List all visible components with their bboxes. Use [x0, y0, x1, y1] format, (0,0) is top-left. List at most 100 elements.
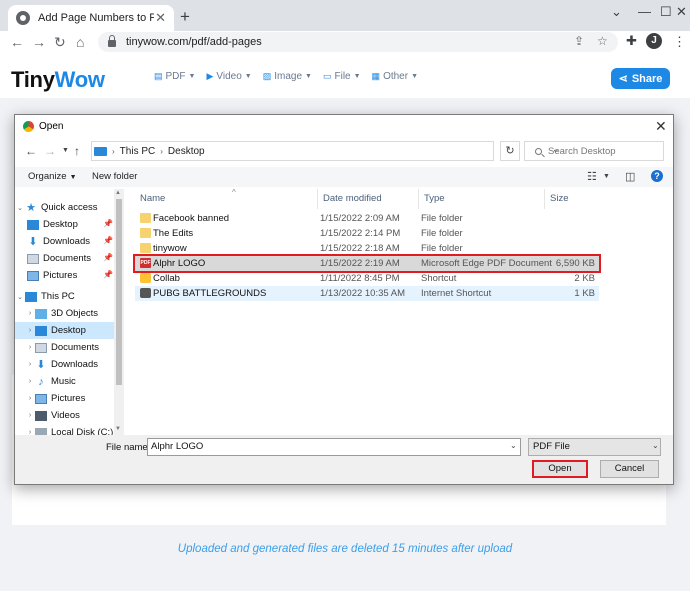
reload-icon[interactable]: ↻	[54, 34, 66, 51]
file-row[interactable]: Facebook banned 1/15/2022 2:09 AM File f…	[135, 211, 599, 226]
view-options-icon[interactable]: ☷	[587, 170, 597, 183]
nav-item-image[interactable]: ▨ Image ▼	[263, 71, 312, 82]
back-icon[interactable]: ←	[10, 34, 24, 50]
chevron-down-icon[interactable]: ⌄	[510, 441, 517, 450]
tree-item-local-disk[interactable]: › Local Disk (C:)	[15, 424, 115, 435]
search-desktop-input[interactable]: Search Desktop	[524, 141, 664, 161]
up-folder-icon[interactable]: ↑	[74, 144, 80, 158]
file-size: 1 KB	[574, 288, 595, 299]
tree-item-downloads[interactable]: › ⬇ Downloads	[15, 356, 115, 373]
chevron-right-icon[interactable]: ›	[25, 412, 35, 419]
browser-tab[interactable]: Add Page Numbers to PDF Free ✕	[8, 5, 174, 31]
browser-toolbar: ← → ↻ ⌂ tinywow.com/pdf/add-pages ⇪ ☆	[0, 31, 690, 53]
tree-item-documents[interactable]: › Documents	[15, 339, 115, 356]
tab-close-icon[interactable]: ✕	[155, 10, 166, 26]
file-row[interactable]: tinywow 1/15/2022 2:18 AM File folder	[135, 241, 599, 256]
address-bar[interactable]: tinywow.com/pdf/add-pages ⇪ ☆	[98, 32, 618, 52]
chevron-down-icon[interactable]: ⌄	[652, 441, 659, 450]
nav-item-video[interactable]: ▶ Video ▼	[206, 71, 251, 82]
tree-item-pictures[interactable]: › Pictures	[15, 390, 115, 407]
tree-item-downloads-pinned[interactable]: ⬇ Downloads 📌	[15, 233, 115, 250]
chevron-right-icon[interactable]: ›	[25, 327, 35, 334]
pictures-icon	[27, 270, 39, 281]
tree-item-this-pc[interactable]: ⌄ This PC	[15, 288, 115, 305]
site-logo[interactable]: TinyWow	[11, 67, 105, 93]
tree-item-desktop[interactable]: › Desktop	[15, 322, 115, 339]
maximize-icon[interactable]: ☐	[660, 4, 672, 20]
dialog-close-icon[interactable]: ✕	[655, 118, 667, 135]
tree-item-desktop-pinned[interactable]: Desktop 📌	[15, 216, 115, 233]
navigation-scrollbar[interactable]: ▲ ▼	[114, 189, 124, 435]
organize-button[interactable]: Organize ▼	[28, 171, 77, 182]
nav-label: Other	[383, 71, 409, 82]
help-icon[interactable]: ?	[651, 170, 663, 182]
expanded-icon[interactable]: ⌄	[15, 293, 25, 301]
recent-locations-icon[interactable]: ▼	[62, 147, 69, 154]
file-icon: ▭	[322, 71, 332, 81]
file-type-select[interactable]: PDF File	[528, 438, 661, 456]
file-row[interactable]: The Edits 1/15/2022 2:14 PM File folder	[135, 226, 599, 241]
open-button[interactable]: Open	[532, 460, 588, 478]
chevron-right-icon[interactable]: ›	[25, 310, 35, 317]
column-header-date[interactable]: Date modified	[318, 189, 419, 209]
tree-item-music[interactable]: › ♪ Music	[15, 373, 115, 390]
shortcut-icon	[140, 273, 151, 283]
file-name-input[interactable]: Alphr LOGO	[147, 438, 521, 456]
profile-avatar[interactable]: J	[646, 33, 662, 49]
share-page-icon[interactable]: ⇪	[574, 34, 584, 48]
extensions-puzzle-icon[interactable]: ✚	[626, 33, 637, 49]
file-name: The Edits	[153, 228, 194, 239]
home-icon[interactable]: ⌂	[76, 34, 84, 50]
breadcrumb-item[interactable]: This PC	[120, 146, 156, 157]
dialog-titlebar[interactable]: Open ✕	[15, 115, 673, 139]
site-nav: ▤ PDF ▼ ▶ Video ▼ ▨ Image ▼ ▭ File ▼ ▦ O…	[154, 71, 418, 82]
minimize-icon[interactable]: —	[638, 4, 651, 19]
chevron-right-icon[interactable]: ›	[25, 344, 35, 351]
pin-icon: 📌	[103, 270, 113, 279]
browser-menu-icon[interactable]: ⋮	[673, 34, 686, 50]
file-row[interactable]: PUBG BATTLEGROUNDS 1/13/2022 10:35 AM In…	[135, 286, 599, 301]
chevron-down-icon: ▼	[353, 73, 361, 80]
cancel-button[interactable]: Cancel	[600, 460, 659, 478]
chevron-down-icon[interactable]: ▼	[603, 173, 610, 180]
new-folder-button[interactable]: New folder	[92, 171, 137, 182]
column-header-type[interactable]: Type	[419, 189, 545, 209]
chevron-down-icon[interactable]: ⌄	[611, 4, 622, 20]
this-pc-icon	[25, 291, 37, 302]
tree-item-documents-pinned[interactable]: Documents 📌	[15, 250, 115, 267]
tree-item-3d-objects[interactable]: › 3D Objects	[15, 305, 115, 322]
forward-icon[interactable]: →	[44, 144, 56, 158]
site-favicon-icon	[16, 11, 30, 25]
back-icon[interactable]: ←	[25, 144, 37, 158]
column-header-name[interactable]: Name ^	[135, 188, 318, 209]
preview-pane-icon[interactable]: ◫	[625, 170, 635, 183]
refresh-icon[interactable]: ↻	[500, 141, 520, 161]
new-tab-icon[interactable]: +	[180, 7, 190, 27]
tree-item-pictures-pinned[interactable]: Pictures 📌	[15, 267, 115, 284]
tree-item-quick-access[interactable]: ⌄ ★ Quick access	[15, 199, 115, 216]
chevron-right-icon[interactable]: ›	[25, 395, 35, 402]
nav-item-pdf[interactable]: ▤ PDF ▼	[154, 71, 195, 82]
chevron-right-icon[interactable]: ›	[25, 361, 35, 368]
column-header-size[interactable]: Size	[545, 189, 601, 209]
dialog-breadcrumb[interactable]: › This PC › Desktop ⌄	[91, 141, 560, 161]
window-close-icon[interactable]: ✕	[676, 4, 687, 20]
chevron-right-icon[interactable]: ›	[25, 378, 35, 385]
expanded-icon[interactable]: ⌄	[15, 204, 25, 212]
nav-item-file[interactable]: ▭ File ▼	[323, 71, 361, 82]
drive-icon	[35, 427, 47, 435]
breadcrumb-item[interactable]: Desktop	[168, 146, 205, 157]
video-icon: ▶	[206, 71, 214, 81]
tree-item-videos[interactable]: › Videos	[15, 407, 115, 424]
forward-icon[interactable]: →	[32, 34, 46, 50]
file-row-selected[interactable]: PDF Alphr LOGO 1/15/2022 2:19 AM Microso…	[133, 254, 601, 273]
share-button[interactable]: ⋖ Share	[611, 68, 670, 89]
scroll-down-icon[interactable]: ▼	[115, 426, 121, 432]
scroll-up-icon[interactable]: ▲	[115, 190, 121, 196]
bookmark-star-icon[interactable]: ☆	[597, 34, 608, 48]
scrollbar-thumb[interactable]	[116, 199, 122, 385]
file-row[interactable]: Collab 1/11/2022 8:45 PM Shortcut 2 KB	[135, 271, 599, 286]
nav-item-other[interactable]: ▦ Other ▼	[372, 71, 418, 82]
chevron-right-icon: ›	[160, 146, 163, 156]
logo-tiny: Tiny	[11, 67, 55, 92]
